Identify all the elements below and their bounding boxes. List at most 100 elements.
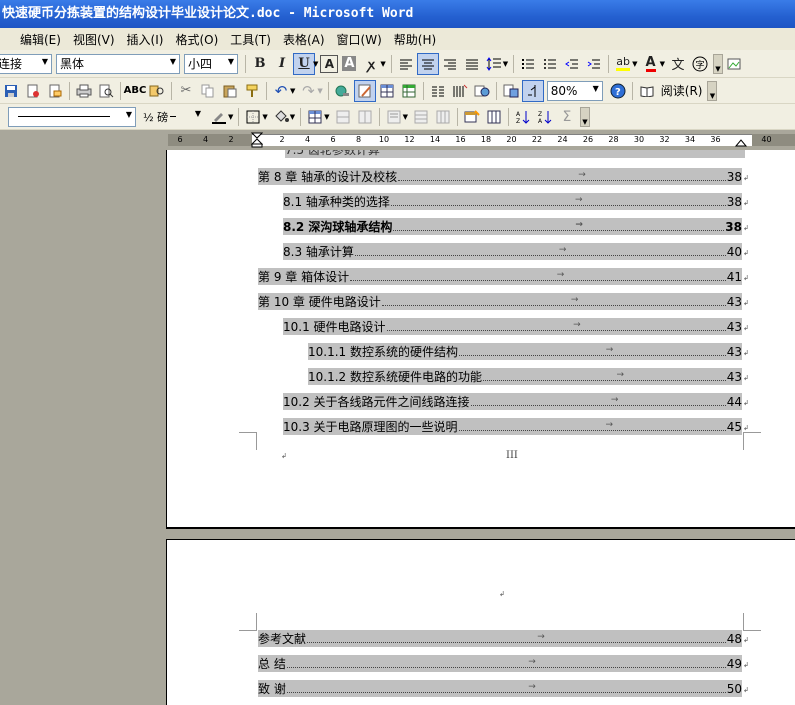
- distribute-rows-icon[interactable]: [410, 106, 432, 128]
- toc-entry[interactable]: 10.1.1 数控系统的硬件结构 → 43: [308, 343, 742, 360]
- font-select[interactable]: 黑体 ▼: [56, 53, 180, 74]
- insert-excel-icon[interactable]: [398, 80, 420, 102]
- chevron-down-icon[interactable]: ▼: [317, 87, 322, 95]
- chevron-down-icon[interactable]: ▼: [632, 60, 637, 68]
- hyperlink-icon[interactable]: [332, 80, 354, 102]
- zoom-select[interactable]: 80% ▼: [546, 80, 603, 101]
- table-autoformat-icon[interactable]: [461, 106, 483, 128]
- menu-table[interactable]: 表格(A): [278, 31, 332, 48]
- menu-format[interactable]: 格式(O): [170, 31, 225, 48]
- columns-icon[interactable]: [427, 80, 449, 102]
- toc-entry[interactable]: 10.2 关于各线路元件之间线路连接 → 44: [283, 393, 742, 410]
- toolbar-options-icon[interactable]: ▼: [712, 53, 723, 74]
- underline-dropdown-icon[interactable]: ▼: [313, 60, 318, 68]
- enclose-characters-icon[interactable]: 字: [689, 53, 711, 75]
- menu-view[interactable]: 视图(V): [68, 31, 122, 48]
- thumbnails-icon[interactable]: [500, 80, 522, 102]
- toc-entry[interactable]: 8.2 深沟球轴承结构 → 38: [283, 218, 742, 235]
- merge-cells-icon[interactable]: [332, 106, 354, 128]
- outside-border-icon[interactable]: [242, 106, 264, 128]
- increase-indent-icon[interactable]: [583, 53, 605, 75]
- style-select[interactable]: 连接 ▼: [0, 53, 52, 74]
- chevron-down-icon[interactable]: ▼: [324, 113, 329, 121]
- insert-table-icon[interactable]: [376, 80, 398, 102]
- toc-entry[interactable]: 8.1 轴承种类的选择 → 38: [283, 193, 742, 210]
- chevron-down-icon[interactable]: ▼: [290, 113, 295, 121]
- toc-entry[interactable]: 10.1.2 数控系统硬件电路的功能 → 43: [308, 368, 742, 385]
- permission-icon[interactable]: [22, 80, 44, 102]
- save-icon[interactable]: [0, 80, 22, 102]
- help-icon[interactable]: ?: [607, 80, 629, 102]
- menu-edit[interactable]: 编辑(E): [0, 31, 68, 48]
- research-icon[interactable]: [146, 80, 168, 102]
- autosum-icon[interactable]: Σ: [556, 106, 578, 128]
- chevron-down-icon[interactable]: ▼: [228, 113, 233, 121]
- copy-icon[interactable]: [197, 80, 219, 102]
- toc-entry[interactable]: 10.3 关于电路原理图的一些说明 → 45: [283, 418, 742, 435]
- chevron-down-icon[interactable]: ▼: [660, 60, 665, 68]
- toc-entry[interactable]: 总 结 → 49: [258, 655, 742, 672]
- tables-borders-icon[interactable]: [353, 79, 376, 102]
- autofit-icon[interactable]: [483, 106, 505, 128]
- align-right-icon[interactable]: [439, 53, 461, 75]
- character-shading-icon[interactable]: A: [338, 53, 360, 75]
- document-map-icon[interactable]: [471, 80, 493, 102]
- toc-entry[interactable]: 第 9 章 箱体设计 → 41: [258, 268, 742, 285]
- toc-line-partial[interactable]: 7.5 齿轮参数计算: [285, 150, 745, 158]
- decrease-indent-icon[interactable]: [561, 53, 583, 75]
- show-hide-formatting-icon[interactable]: [521, 79, 544, 102]
- sort-ascending-icon[interactable]: AZ: [512, 106, 534, 128]
- chevron-down-icon[interactable]: ▼: [380, 60, 385, 68]
- toc-entry[interactable]: 8.3 轴承计算 → 40: [283, 243, 742, 260]
- indent-marker-icon[interactable]: [251, 132, 263, 148]
- toc-entry[interactable]: 参考文献 → 48: [258, 630, 742, 647]
- cut-icon[interactable]: ✂: [175, 80, 197, 102]
- shading-color-icon[interactable]: [270, 106, 292, 128]
- chevron-down-icon[interactable]: ▼: [503, 60, 508, 68]
- border-color-icon[interactable]: [208, 106, 230, 128]
- chevron-down-icon[interactable]: ▼: [403, 113, 408, 121]
- read-button-label[interactable]: 阅读(R): [658, 82, 706, 99]
- character-scaling-icon[interactable]: ꭗ: [360, 53, 382, 75]
- toc-entry[interactable]: 致 谢 → 50: [258, 680, 742, 697]
- align-center-icon[interactable]: [416, 52, 439, 75]
- align-cell-icon[interactable]: [383, 106, 405, 128]
- justify-icon[interactable]: [461, 53, 483, 75]
- sort-descending-icon[interactable]: ZA: [534, 106, 556, 128]
- print-icon[interactable]: [73, 80, 95, 102]
- drawing-icon[interactable]: [449, 80, 471, 102]
- insert-table-grid-icon[interactable]: [304, 106, 326, 128]
- font-color-icon[interactable]: A: [640, 53, 662, 75]
- phonetic-guide-icon[interactable]: 文: [667, 53, 689, 75]
- menu-tools[interactable]: 工具(T): [225, 31, 278, 48]
- paste-icon[interactable]: [219, 80, 241, 102]
- spelling-icon[interactable]: ABC: [124, 80, 147, 102]
- menu-window[interactable]: 窗口(W): [332, 31, 389, 48]
- read-icon[interactable]: [636, 80, 658, 102]
- italic-button[interactable]: I: [271, 53, 293, 75]
- split-cells-icon[interactable]: [354, 106, 376, 128]
- right-indent-marker-icon[interactable]: [735, 139, 747, 147]
- line-style-select[interactable]: ▼: [8, 106, 136, 127]
- toc-entry[interactable]: 第 8 章 轴承的设计及校核 → 38: [258, 168, 742, 185]
- horizontal-ruler[interactable]: 6 4 2 2 4 6 8 10 12 14 16 18 20 22 24 26 28 30 32 34 36 40: [0, 130, 795, 150]
- toolbar-options-icon[interactable]: ▼: [579, 106, 590, 127]
- numbering-icon[interactable]: [517, 53, 539, 75]
- line-weight-select[interactable]: ½ 磅 ▼: [140, 107, 204, 127]
- highlight-icon[interactable]: ab: [612, 53, 634, 75]
- print-preview-icon[interactable]: [95, 80, 117, 102]
- document-area[interactable]: 7.5 齿轮参数计算 第 8 章 轴承的设计及校核 → 38 ↲ 8.1 轴承种类的选择…: [0, 150, 795, 705]
- underline-button[interactable]: U: [293, 52, 315, 75]
- email-icon[interactable]: [44, 80, 66, 102]
- document-page[interactable]: 7.5 齿轮参数计算 第 8 章 轴承的设计及校核 → 38 ↲ 8.1 轴承种类的选择…: [166, 150, 795, 529]
- toc-entry[interactable]: 第 10 章 硬件电路设计 → 43: [258, 293, 742, 310]
- undo-icon[interactable]: ↶: [270, 80, 292, 102]
- document-page-2[interactable]: ↲ 参考文献 → 48 ↲ 总 结 → 49 ↲ 致 谢 → 50 ↲: [166, 539, 795, 705]
- redo-icon[interactable]: ↷: [297, 80, 319, 102]
- toc-entry[interactable]: 10.1 硬件电路设计 → 43: [283, 318, 742, 335]
- font-size-select[interactable]: 小四 ▼: [184, 53, 238, 74]
- line-spacing-icon[interactable]: [483, 53, 505, 75]
- chevron-down-icon[interactable]: ▼: [262, 113, 267, 121]
- bullets-icon[interactable]: [539, 53, 561, 75]
- distribute-columns-icon[interactable]: [432, 106, 454, 128]
